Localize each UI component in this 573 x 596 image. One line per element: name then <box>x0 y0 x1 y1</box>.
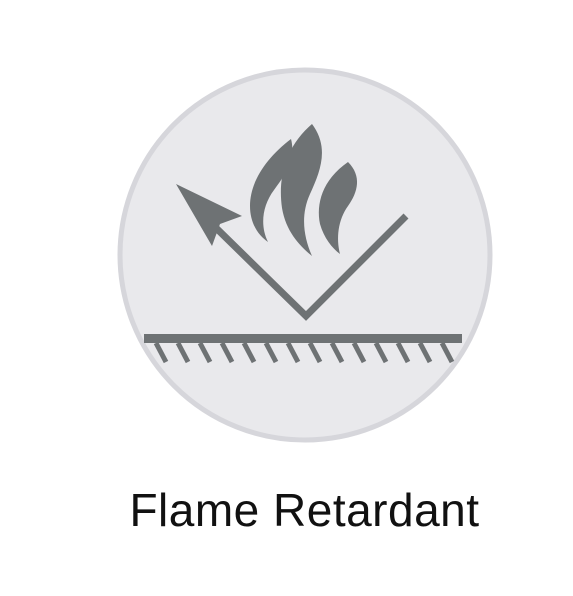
flame-retardant-icon <box>117 67 493 443</box>
feature-label: Flame Retardant <box>129 484 480 536</box>
feature-badge <box>116 66 494 444</box>
surface-line <box>144 334 462 343</box>
badge-circle <box>117 67 493 443</box>
feature-caption: Flame Retardant <box>0 478 573 542</box>
